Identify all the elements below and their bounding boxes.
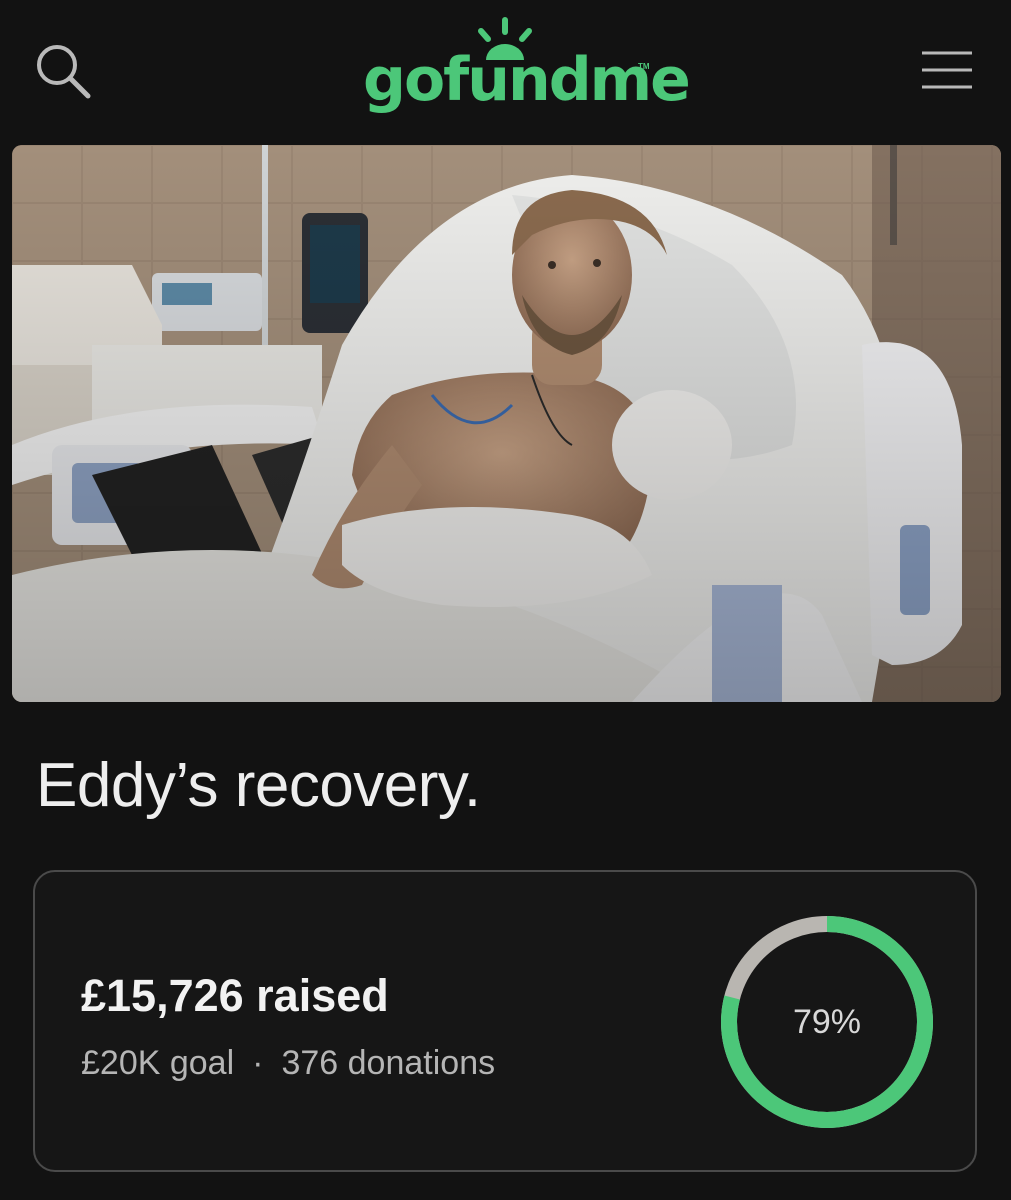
hamburger-menu-icon bbox=[922, 51, 972, 89]
campaign-photo[interactable] bbox=[12, 145, 1001, 702]
search-icon bbox=[37, 45, 91, 99]
goal-and-donations: £20K goal · 376 donations bbox=[81, 1044, 495, 1083]
gofundme-logo[interactable]: gofundme TM bbox=[355, 12, 691, 127]
campaign-title: Eddy’s recovery. bbox=[36, 751, 481, 820]
donation-count: 376 donations bbox=[281, 1044, 496, 1082]
search-button[interactable] bbox=[28, 36, 98, 106]
separator-dot: · bbox=[252, 1044, 264, 1082]
amount-raised: £15,726 raised bbox=[81, 970, 389, 1021]
menu-button[interactable] bbox=[912, 40, 982, 100]
hospital-photo-illustration bbox=[12, 145, 1001, 702]
top-bar: gofundme TM bbox=[0, 0, 1011, 143]
campaign-page: gofundme TM Eddy’s recovery. £15,726 rai… bbox=[0, 0, 1011, 1200]
progress-percent: 79% bbox=[792, 1002, 862, 1041]
fundraising-progress-card: £15,726 raised £20K goal · 376 donations 7… bbox=[33, 870, 977, 1172]
goal-amount: £20K goal bbox=[81, 1044, 235, 1082]
logo-wordmark: gofundme bbox=[363, 45, 691, 115]
trademark-mark: TM bbox=[638, 62, 650, 71]
